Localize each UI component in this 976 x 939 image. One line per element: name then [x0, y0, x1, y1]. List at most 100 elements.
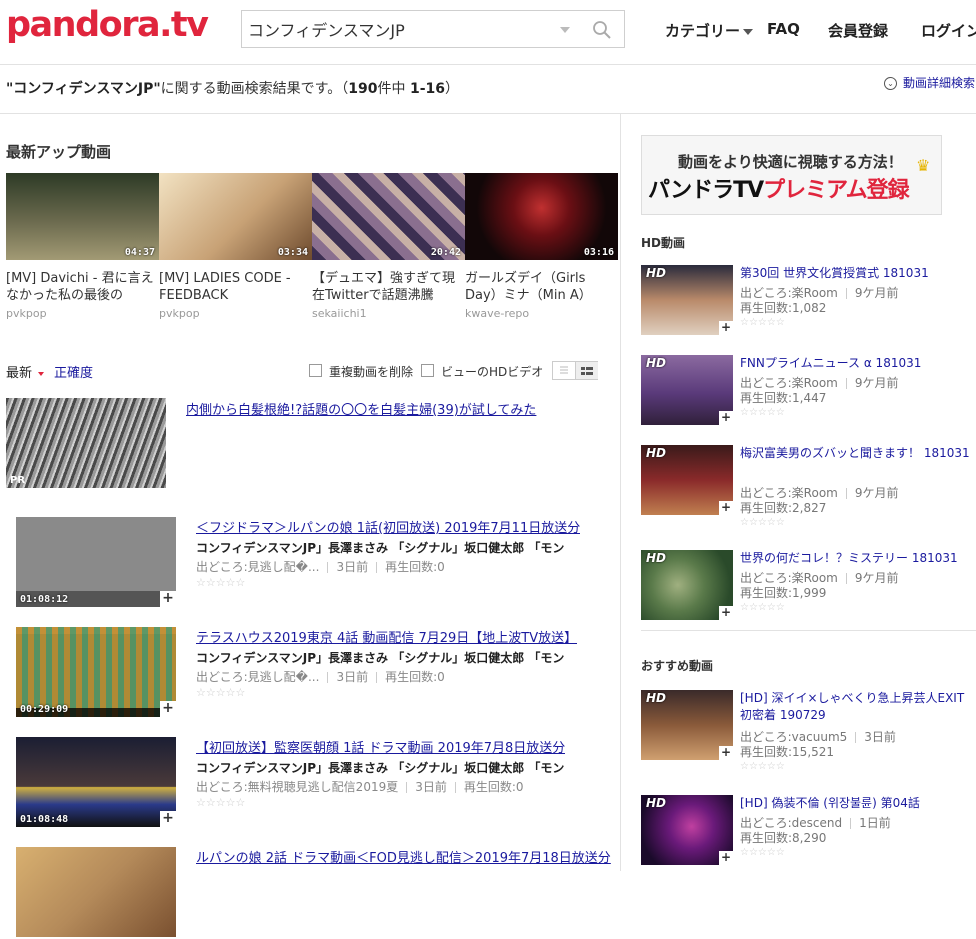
video-channel[interactable]: kwave-repo: [465, 307, 529, 320]
video-age: 9ケ月前: [854, 571, 899, 585]
video-source[interactable]: 出どころ:vacuum5: [740, 730, 847, 744]
premium-title-a: パンドラTV: [648, 178, 764, 203]
result-range: 1-16: [409, 81, 446, 97]
premium-banner[interactable]: 動画をより快適に視聴する方法！ パンドラTVプレミアム登録 ♛: [641, 135, 942, 215]
separator: [406, 782, 408, 793]
video-meta: 出どころ:無料視聴見逃し配信2019夏 3日前 再生回数:0: [196, 778, 524, 795]
video-thumbnail[interactable]: 04:37: [6, 173, 159, 260]
video-title-link[interactable]: ＜フジドラマ＞ルパンの娘 1話(初回放送) 2019年7月11日放送分: [196, 517, 580, 536]
video-thumbnail[interactable]: [16, 847, 176, 937]
video-thumbnail[interactable]: HD +: [641, 445, 733, 515]
site-logo[interactable]: pandora.tv: [6, 5, 209, 45]
crown-icon: ♛: [916, 156, 931, 175]
video-source[interactable]: 出どころ:descend: [740, 816, 842, 830]
video-title-link[interactable]: 【初回放送】監察医朝顔 1話 ドラマ動画 2019年7月8日放送分: [196, 737, 565, 756]
add-to-playlist-icon[interactable]: +: [160, 591, 176, 607]
video-source[interactable]: 出どころ:楽Room: [740, 486, 838, 500]
video-thumbnail[interactable]: 03:34: [159, 173, 312, 260]
list-view-icon[interactable]: [553, 362, 575, 379]
remove-dupes-checkbox[interactable]: [309, 364, 322, 377]
nav-faq[interactable]: FAQ: [767, 20, 800, 38]
video-source[interactable]: 出どころ:無料視聴見逃し配信2019夏: [196, 780, 398, 794]
video-views: 再生回数:1,999: [740, 586, 827, 600]
hd-badge: HD: [646, 266, 667, 280]
nav-category[interactable]: カテゴリー: [665, 20, 754, 41]
video-duration: 00:29:09: [20, 704, 69, 715]
detail-view-icon[interactable]: [575, 362, 598, 379]
video-views: 再生回数:2,827: [740, 501, 827, 515]
video-thumbnail[interactable]: HD +: [641, 355, 733, 425]
sort-accuracy-tab[interactable]: 正確度: [54, 362, 93, 381]
result-item: 01:08:12 + ＜フジドラマ＞ルパンの娘 1話(初回放送) 2019年7月…: [16, 517, 616, 609]
video-title[interactable]: [MV] Davichi - 君に言えなかった私の最後の: [6, 270, 154, 304]
video-title[interactable]: 【デュエマ】強すぎて現在Twitterで話題沸騰: [312, 270, 460, 304]
latest-video-card[interactable]: 03:34 [MV] LADIES CODE - FEEDBACK pvkpop: [159, 173, 312, 320]
chevron-down-icon: [743, 28, 754, 35]
video-thumbnail[interactable]: 20:42: [312, 173, 465, 260]
video-title[interactable]: [MV] LADIES CODE - FEEDBACK: [159, 270, 307, 304]
search-dropdown-icon[interactable]: [560, 27, 570, 33]
video-thumbnail[interactable]: HD +: [641, 795, 733, 865]
latest-video-card[interactable]: 20:42 【デュエマ】強すぎて現在Twitterで話題沸騰 sekaiichi…: [312, 173, 465, 320]
add-to-playlist-icon[interactable]: +: [160, 701, 176, 717]
video-source[interactable]: 出どころ:楽Room: [740, 571, 838, 585]
hd-view-label[interactable]: ビューのHDビデオ: [441, 363, 543, 380]
add-to-playlist-icon[interactable]: +: [719, 606, 733, 620]
video-thumbnail[interactable]: 03:16: [465, 173, 618, 260]
search-icon[interactable]: [592, 20, 612, 40]
video-source[interactable]: 出どころ:楽Room: [740, 286, 838, 300]
sort-latest-tab[interactable]: 最新: [6, 362, 45, 381]
rating-stars: ☆☆☆☆☆: [740, 517, 785, 528]
add-to-playlist-icon[interactable]: +: [160, 811, 176, 827]
add-to-playlist-icon[interactable]: +: [719, 321, 733, 335]
nav-login[interactable]: ログイン: [921, 20, 976, 41]
pr-title-link[interactable]: 内側から白髪根絶!?話題の〇〇を白髪主婦(39)が試してみた: [186, 399, 536, 418]
video-thumbnail[interactable]: 01:08:12 +: [16, 517, 176, 607]
video-thumbnail[interactable]: HD +: [641, 550, 733, 620]
add-to-playlist-icon[interactable]: +: [719, 411, 733, 425]
header: pandora.tv カテゴリー FAQ 会員登録 ログイン: [0, 0, 976, 65]
video-source[interactable]: 出どころ:見逃し配�...: [196, 670, 319, 684]
add-to-playlist-icon[interactable]: +: [719, 851, 733, 865]
latest-video-card[interactable]: 03:16 ガールズデイ（Girls Day）ミナ（Min A） kwave-r…: [465, 173, 618, 320]
video-duration: 04:37: [124, 247, 155, 258]
video-title-link[interactable]: テラスハウス2019東京 4話 動画配信 7月29日【地上波TV放送】: [196, 627, 577, 646]
video-views: 再生回数:0: [463, 780, 524, 794]
hd-view-checkbox[interactable]: [421, 364, 434, 377]
video-channel[interactable]: sekaiichi1: [312, 307, 367, 320]
video-thumbnail[interactable]: 00:29:09 +: [16, 627, 176, 717]
video-title-link[interactable]: ルパンの娘 2話 ドラマ動画＜FOD見逃し配信＞2019年7月18日放送分: [196, 847, 611, 866]
video-duration: 20:42: [430, 247, 461, 258]
video-title-link[interactable]: 第30回 世界文化賞授賞式 181031: [740, 265, 972, 282]
video-title-link[interactable]: 梅沢富美男のズバッと聞きます！ 181031: [740, 445, 972, 462]
advanced-search-link[interactable]: ⌄ 動画詳細検索: [884, 74, 975, 91]
video-title[interactable]: ガールズデイ（Girls Day）ミナ（Min A）: [465, 270, 613, 304]
add-to-playlist-icon[interactable]: +: [719, 501, 733, 515]
hd-badge: HD: [646, 551, 667, 565]
latest-video-card[interactable]: 04:37 [MV] Davichi - 君に言えなかった私の最後の pvkpo…: [6, 173, 159, 320]
video-age: 9ケ月前: [854, 486, 899, 500]
video-duration: 03:16: [583, 247, 614, 258]
video-thumbnail[interactable]: HD +: [641, 690, 733, 760]
pr-thumbnail[interactable]: PR: [6, 398, 166, 488]
separator: [845, 378, 847, 389]
video-title-link[interactable]: 世界の何だコレ！？ミステリー 181031: [740, 550, 972, 567]
video-description: コンフィデンスマンJP」長澤まさみ 「シグナル」坂口健太郎 「モン: [196, 651, 565, 665]
nav-register[interactable]: 会員登録: [828, 20, 888, 41]
search-input[interactable]: [242, 11, 554, 47]
video-title-link[interactable]: FNNプライムニュース α 181031: [740, 355, 972, 372]
result-item: 00:29:09 + テラスハウス2019東京 4話 動画配信 7月29日【地上…: [16, 627, 616, 719]
video-meta: 出どころ:見逃し配�... 3日前 再生回数:0: [196, 558, 445, 575]
video-title-link[interactable]: [HD] 偽装不倫 (위장불륜) 第04話: [740, 795, 972, 812]
separator: [855, 732, 857, 743]
video-source[interactable]: 出どころ:楽Room: [740, 376, 838, 390]
video-thumbnail[interactable]: 01:08:48 +: [16, 737, 176, 827]
add-to-playlist-icon[interactable]: +: [719, 746, 733, 760]
video-title-link[interactable]: [HD] 深イイ×しゃべくり急上昇芸人EXIT初密着 190729: [740, 690, 972, 724]
video-source[interactable]: 出どころ:見逃し配�...: [196, 560, 319, 574]
video-channel[interactable]: pvkpop: [159, 307, 200, 320]
remove-dupes-label[interactable]: 重複動画を削除: [329, 363, 413, 380]
separator: [327, 672, 329, 683]
video-thumbnail[interactable]: HD +: [641, 265, 733, 335]
video-channel[interactable]: pvkpop: [6, 307, 47, 320]
